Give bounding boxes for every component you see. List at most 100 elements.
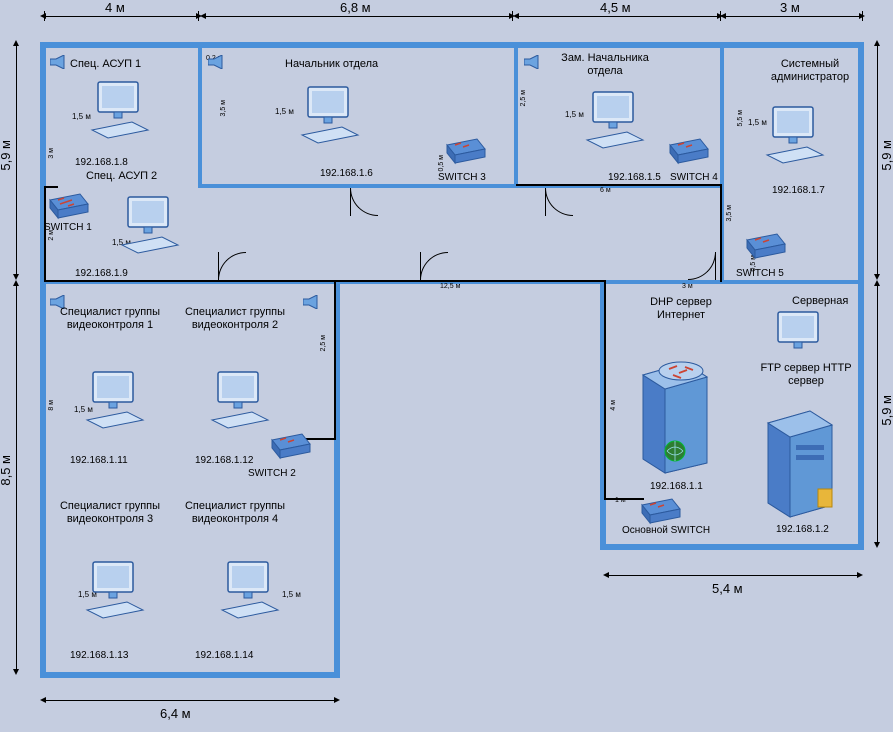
speaker-icon [524, 55, 542, 69]
door-icon [688, 252, 716, 280]
wall [40, 42, 46, 677]
floorplan-canvas: 4 м 6,8 м 4,5 м 3 м 5,9 м 8,5 м 5,9 м 5,… [0, 0, 893, 732]
len-1.5m: 1,5 м [282, 590, 301, 599]
ip-video1: 192.168.1.11 [70, 455, 128, 466]
computer-icon [210, 370, 270, 430]
dim-arrow [45, 16, 197, 17]
ip-srv2: 192.168.1.2 [776, 524, 829, 535]
switchmain-label: Основной SWITCH [622, 525, 710, 536]
computer-icon [585, 90, 645, 150]
door-icon [218, 252, 246, 280]
dim-arrow [16, 285, 17, 670]
label-video2: Специалист группы видеоконтроля 2 [180, 306, 290, 332]
cable [44, 186, 58, 188]
len-1.5m: 1,5 м [275, 107, 294, 116]
cable [44, 186, 46, 282]
ip-video4: 192.168.1.14 [195, 650, 253, 661]
wall [600, 544, 864, 550]
label-sysadmin: Системный администратор [755, 58, 865, 84]
speaker-icon [208, 55, 226, 69]
cable [516, 184, 722, 186]
dim-arrow [518, 16, 718, 17]
dim-6.4m: 6,4 м [160, 706, 191, 721]
label-dhcp: DHP сервер Интернет [636, 296, 726, 322]
dim-5.4m: 5,4 м [712, 581, 743, 596]
label-deputy: Зам. Начальника отдела [555, 52, 655, 78]
ip-sysadmin: 192.168.1.7 [772, 185, 825, 196]
switch5-label: SWITCH 5 [736, 268, 784, 279]
switch-icon [668, 135, 710, 165]
len-1.5m: 1,5 м [565, 110, 584, 119]
computer-icon [120, 195, 180, 255]
dim-8.5m-left: 8,5 м [0, 455, 13, 486]
label-chief: Начальник отдела [285, 58, 378, 71]
computer-icon [765, 105, 825, 165]
dim-6.8m: 6,8 м [340, 0, 371, 15]
label-spec1: Спец. АСУП 1 [70, 58, 141, 71]
switch-icon [270, 430, 312, 460]
dim-arrow [608, 575, 858, 576]
computer-icon [300, 85, 360, 145]
dim-12.5m: 12,5 м [440, 283, 460, 290]
computer-icon [770, 310, 830, 370]
switch2-label: SWITCH 2 [248, 468, 296, 479]
dim-5.9m-left: 5,9 м [0, 140, 13, 171]
ip-deputy: 192.168.1.5 [608, 172, 661, 183]
label-video1: Специалист группы видеоконтроля 1 [55, 306, 165, 332]
dim-5.5m: 5,5 м [737, 110, 744, 127]
dim-3m: 3 м [780, 0, 800, 15]
dim-0.5m: 0,5 м [438, 155, 445, 172]
switch-icon [640, 495, 682, 525]
computer-icon [90, 80, 150, 140]
ip-chief: 192.168.1.6 [320, 168, 373, 179]
cable [334, 280, 336, 440]
speaker-icon [303, 295, 321, 309]
dim-arrow [725, 16, 860, 17]
wall [198, 42, 202, 187]
ip-video2: 192.168.1.12 [195, 455, 253, 466]
speaker-icon [50, 55, 68, 69]
dim-3m-l: 3 м [682, 283, 693, 290]
computer-icon [85, 370, 145, 430]
server-tower-icon [635, 355, 715, 475]
dim-arrow [205, 16, 510, 17]
label-serverroom: Серверная [792, 295, 848, 308]
ip-video3: 192.168.1.13 [70, 650, 128, 661]
dim-4m: 4 м [105, 0, 125, 15]
dim-5.9m-r1: 5,9 м [879, 140, 893, 171]
door-icon [420, 252, 448, 280]
switch1-label: SWITCH 1 [44, 222, 92, 233]
dim-4m-o: 4 м [610, 400, 617, 411]
dim-arrow [16, 45, 17, 275]
computer-icon [85, 560, 145, 620]
dim-3m-e: 3 м [48, 148, 55, 159]
dim-8m: 8 м [48, 400, 55, 411]
dim-arrow [877, 45, 878, 275]
dim-3.5m: 3,5 м [220, 100, 227, 117]
switch-icon [445, 135, 487, 165]
cable [604, 280, 606, 500]
cable [44, 280, 606, 282]
label-spec2: Спец. АСУП 2 [86, 170, 157, 183]
dim-arrow [877, 285, 878, 543]
door-icon [350, 188, 378, 216]
computer-icon [220, 560, 280, 620]
wall [514, 42, 518, 187]
ip-spec2: 192.168.1.9 [75, 268, 128, 279]
ip-spec1: 192.168.1.8 [75, 157, 128, 168]
label-video3: Специалист группы видеоконтроля 3 [55, 500, 165, 526]
switch-icon [48, 190, 90, 220]
dim-arrow [45, 700, 335, 701]
switch3-label: SWITCH 3 [438, 172, 486, 183]
switch4-label: SWITCH 4 [670, 172, 718, 183]
wall [858, 42, 864, 550]
dim-1m-p: 1 м [615, 497, 626, 504]
switch-icon [745, 230, 787, 260]
dim-6m: 6 м [600, 187, 611, 194]
label-video4: Специалист группы видеоконтроля 4 [180, 500, 290, 526]
server-tower-icon [760, 405, 840, 520]
dim-2.5m: 2,5 м [520, 90, 527, 107]
wall [40, 42, 864, 48]
dim-5.9m-r2: 5,9 м [879, 395, 893, 426]
dim-4.5m: 4,5 м [600, 0, 631, 15]
